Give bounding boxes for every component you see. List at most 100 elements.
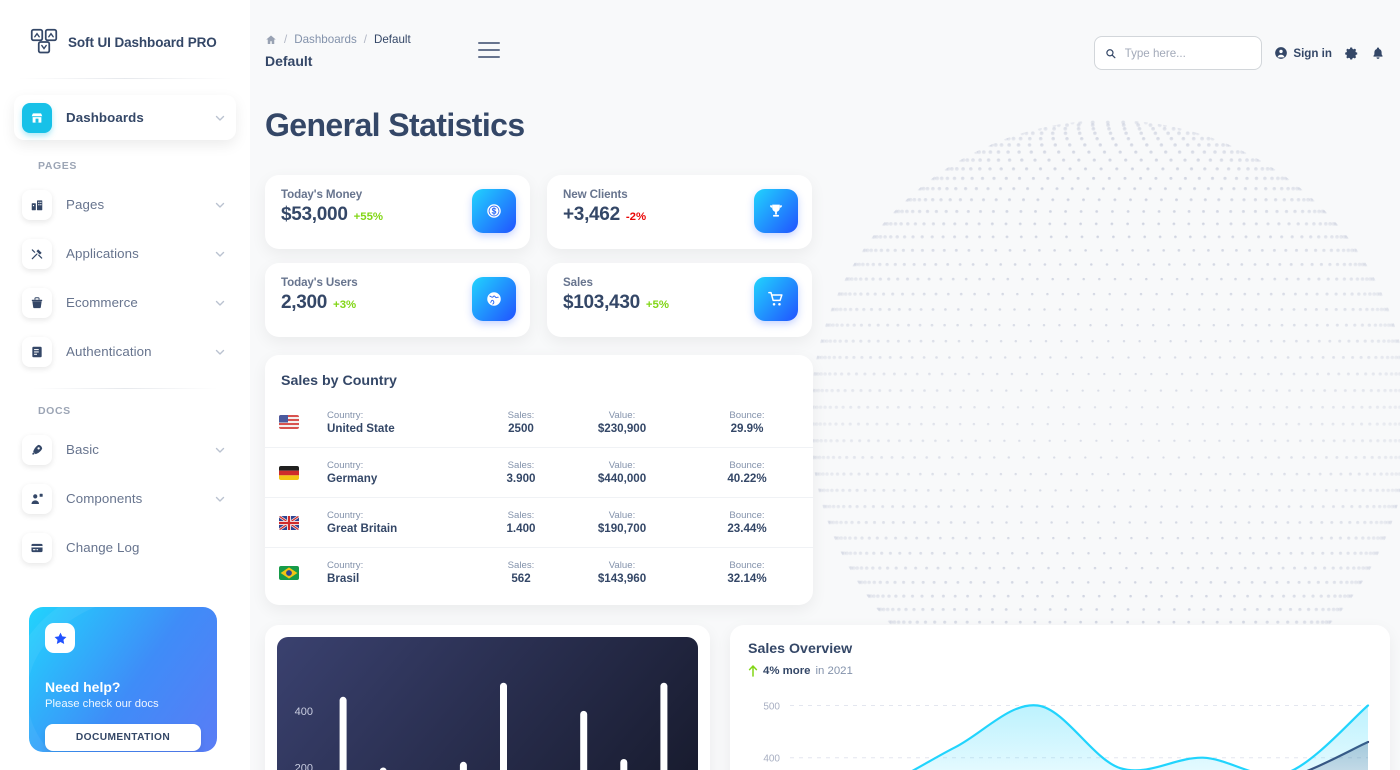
chevron-down-icon — [215, 300, 225, 306]
sidebar-item-basic[interactable]: Basic — [14, 427, 236, 472]
cell-value: 32.14% — [727, 572, 767, 585]
search-icon — [1106, 48, 1116, 58]
cell-value-col: Value: $190,700 — [567, 510, 677, 535]
sidebar-item-label: Components — [66, 491, 143, 506]
cell-header: Sales: — [507, 409, 535, 421]
help-card: Need help? Please check our docs DOCUMEN… — [29, 607, 217, 752]
bar-chart-card: 0200400 — [265, 625, 710, 770]
cell-bounce: Bounce: 23.44% — [699, 510, 795, 535]
sign-in-button[interactable]: Sign in — [1274, 46, 1332, 60]
trend-suffix: in 2021 — [815, 665, 853, 677]
cell-value-col: Value: $440,000 — [567, 460, 677, 485]
brand[interactable]: Soft UI Dashboard PRO — [0, 0, 250, 78]
globe-icon — [472, 277, 516, 321]
sidebar-item-label: Change Log — [66, 540, 140, 555]
breadcrumb-separator: / — [363, 33, 367, 46]
top-header: / Dashboards / Default Default Sign in — [250, 0, 1400, 90]
cell-value: 562 — [511, 572, 531, 585]
cell-country: Country: United State — [327, 410, 475, 435]
cell-bounce: Bounce: 32.14% — [699, 560, 795, 585]
gear-icon[interactable] — [1344, 46, 1359, 61]
table-row[interactable]: Country: Brasil Sales: 562 Value: $143,9… — [265, 547, 813, 597]
table-row[interactable]: Country: Great Britain Sales: 1.400 Valu… — [265, 497, 813, 547]
cell-sales: Sales: 562 — [475, 560, 567, 585]
cell-bounce: Bounce: 40.22% — [699, 460, 795, 485]
cell-header: Bounce: — [729, 460, 765, 471]
sidebar: Soft UI Dashboard PRO Dashboards PAGES P… — [0, 0, 250, 770]
cell-value: Germany — [327, 472, 378, 485]
chevron-down-icon — [215, 251, 225, 257]
stat-value: $103,430 — [563, 292, 640, 313]
flag-gb-icon — [279, 515, 299, 530]
flag-br-icon — [279, 565, 299, 580]
sidebar-item-label: Ecommerce — [66, 295, 138, 310]
sidebar-item-label: Dashboards — [66, 110, 144, 125]
breadcrumb: / Dashboards / Default — [265, 33, 411, 46]
cell-country: Country: Great Britain — [327, 510, 475, 535]
header-actions: Sign in — [1094, 36, 1385, 70]
cell-header: Value: — [608, 560, 636, 571]
cell-header: Sales: — [507, 510, 535, 521]
soft-ui-logo-icon — [30, 28, 58, 54]
home-icon[interactable] — [265, 34, 277, 46]
search-box[interactable] — [1094, 36, 1263, 70]
cell-sales: Sales: 2500 — [475, 410, 567, 435]
stat-value: 2,300 — [281, 292, 328, 313]
cell-value: $440,000 — [597, 472, 647, 485]
sales-by-country-card: Sales by Country Country: United State S… — [265, 355, 813, 605]
sidebar-item-change-log[interactable]: Change Log — [14, 525, 236, 570]
main-content: General Statistics Today's Money $53,000… — [250, 90, 1400, 770]
office-icon — [22, 189, 52, 220]
sidebar-item-label: Pages — [66, 197, 105, 212]
hamburger-icon[interactable] — [478, 42, 500, 58]
table-row[interactable]: Country: United State Sales: 2500 Value:… — [265, 397, 813, 447]
cell-value: 23.44% — [727, 522, 767, 535]
user-plus-icon — [22, 483, 52, 514]
cell-value: 29.9% — [730, 421, 764, 435]
cell-header: Sales: — [507, 560, 535, 571]
cell-value: Brasil — [327, 572, 360, 585]
sidebar-item-ecommerce[interactable]: Ecommerce — [14, 280, 236, 325]
cell-value: 2500 — [508, 421, 534, 435]
svg-text:400: 400 — [763, 754, 780, 765]
sidebar-item-components[interactable]: Components — [14, 476, 236, 521]
bell-icon[interactable] — [1371, 46, 1385, 60]
search-input[interactable] — [1124, 46, 1252, 60]
help-card-title: Need help? — [45, 679, 121, 695]
chevron-down-icon — [215, 349, 225, 355]
sidebar-item-authentication[interactable]: Authentication — [14, 329, 236, 374]
stat-delta: +5% — [645, 299, 669, 311]
sidebar-item-label: Authentication — [66, 344, 152, 359]
brand-name: Soft UI Dashboard PRO — [68, 34, 217, 50]
cell-value: $190,700 — [597, 522, 647, 535]
stat-card-todays-money: Today's Money $53,000 +55% — [265, 175, 530, 249]
cell-value: $143,960 — [597, 572, 647, 585]
sidebar-item-pages[interactable]: Pages — [14, 182, 236, 227]
cell-value-col: Value: $143,960 — [567, 560, 677, 585]
flag-de-icon — [279, 465, 299, 480]
flag-us-icon — [279, 415, 299, 429]
card-title: Sales by Country — [281, 373, 397, 389]
trophy-icon — [754, 189, 798, 233]
breadcrumb-item-dashboards[interactable]: Dashboards — [294, 33, 357, 46]
shop-icon — [22, 102, 52, 133]
cell-header: Country: — [327, 409, 364, 421]
sidebar-item-applications[interactable]: Applications — [14, 231, 236, 276]
cell-header: Country: — [327, 560, 364, 571]
page-title: General Statistics — [265, 107, 525, 143]
sidebar-item-dashboards[interactable]: Dashboards — [14, 95, 236, 140]
table-row[interactable]: Country: Germany Sales: 3.900 Value: $44… — [265, 447, 813, 497]
document-icon — [22, 336, 52, 367]
cell-header: Sales: — [507, 460, 535, 471]
chevron-down-icon — [215, 496, 225, 502]
cell-bounce: Bounce: 29.9% — [699, 410, 795, 435]
rocket-icon — [22, 434, 52, 465]
cell-header: Value: — [608, 409, 636, 421]
tools-icon — [22, 238, 52, 269]
documentation-button[interactable]: DOCUMENTATION — [45, 724, 201, 751]
chevron-down-icon — [215, 447, 225, 453]
sidebar-divider — [18, 78, 232, 79]
cell-header: Country: — [327, 460, 364, 471]
cart-icon — [754, 277, 798, 321]
svg-text:400: 400 — [295, 706, 313, 718]
